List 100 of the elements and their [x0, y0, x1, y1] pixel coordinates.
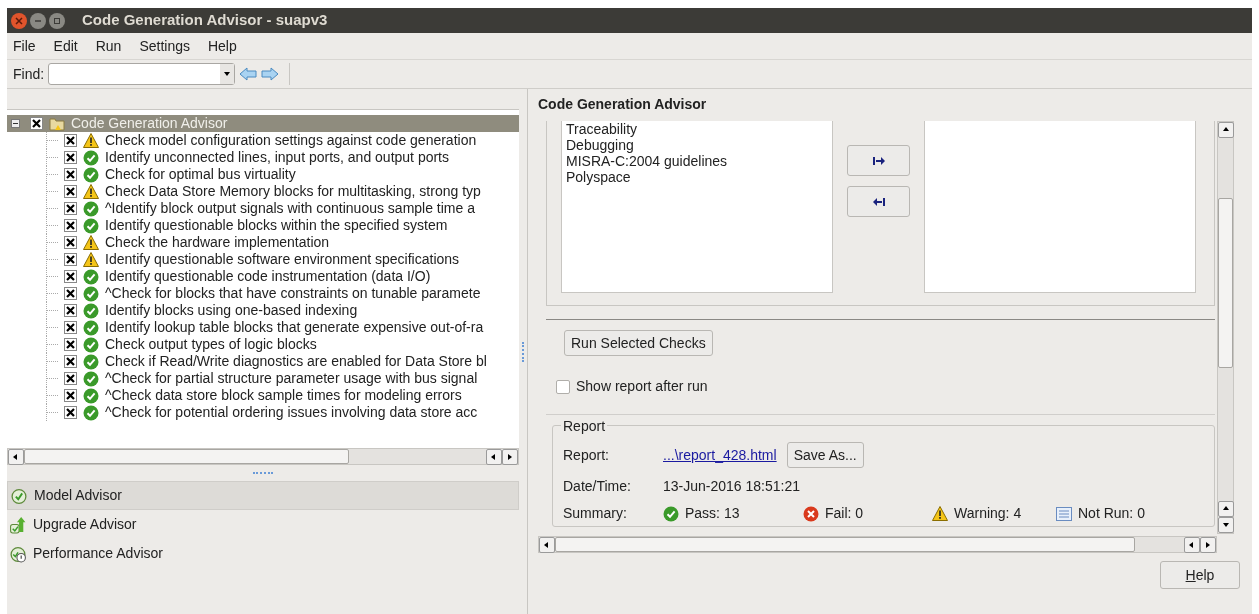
checkbox-label: Show report after run: [576, 377, 708, 396]
collapse-icon[interactable]: [11, 119, 20, 128]
checkbox[interactable]: [64, 338, 77, 351]
tree-item[interactable]: Check model configuration settings against code generation: [7, 132, 520, 149]
window-title: Code Generation Advisor - suapv3: [82, 10, 328, 31]
checkbox[interactable]: [64, 219, 77, 232]
check-circle-icon: [83, 353, 99, 370]
close-button[interactable]: [11, 12, 27, 29]
checkbox[interactable]: [64, 236, 77, 249]
tree-item[interactable]: Identify unconnected lines, input ports, and output ports: [7, 149, 520, 166]
menu-item[interactable]: Run: [95, 35, 122, 57]
check-circle-icon: [83, 217, 99, 234]
check-label: ^Identify block output signals with continuous sample time a: [105, 199, 475, 218]
checkbox[interactable]: [64, 389, 77, 402]
add-button[interactable]: [847, 145, 910, 176]
advisor-item[interactable]: Model Advisor: [7, 481, 520, 510]
checkbox[interactable]: [64, 202, 77, 215]
checkbox[interactable]: [64, 372, 77, 385]
checkbox[interactable]: [64, 253, 77, 266]
checkbox[interactable]: [64, 355, 77, 368]
checkbox[interactable]: [64, 185, 77, 198]
warning-icon: [83, 184, 99, 199]
report-link[interactable]: ...\report_428.html: [663, 444, 777, 466]
check-label: Identify questionable blocks within the specified system: [105, 216, 448, 235]
checkbox[interactable]: [64, 287, 77, 300]
tree-item[interactable]: Check Data Store Memory blocks for multitasking, strong typ: [7, 183, 520, 200]
checkbox[interactable]: [64, 304, 77, 317]
menu-item[interactable]: Settings: [139, 35, 190, 57]
find-field[interactable]: [48, 63, 236, 85]
find-label: Find:: [13, 64, 45, 84]
check-circle-icon: [83, 302, 99, 319]
advisor-item[interactable]: Performance Advisor: [7, 539, 520, 568]
menu-item[interactable]: Help: [207, 35, 237, 57]
tree-item[interactable]: ^Check for partial structure parameter usage with bus signal: [7, 370, 520, 387]
splitter-handle[interactable]: [253, 472, 273, 474]
remove-button[interactable]: [847, 186, 910, 217]
run-selected-checks-button[interactable]: Run Selected Checks: [564, 330, 713, 356]
check-circle-icon: [663, 505, 679, 522]
tree-item[interactable]: Identify questionable code instrumentation (data I/O): [7, 268, 520, 285]
error-icon: [803, 505, 819, 522]
tree-item[interactable]: ^Identify block output signals with continuous sample time a: [7, 200, 520, 217]
warning-icon: [83, 133, 99, 148]
arrow-to-bar-icon: [871, 155, 886, 166]
tree-item[interactable]: Check if Read/Write diagnostics are enabled for Data Store bl: [7, 353, 520, 370]
checkbox[interactable]: [64, 406, 77, 419]
checkbox[interactable]: [64, 270, 77, 283]
menu-item[interactable]: Edit: [53, 35, 78, 57]
advisor-item[interactable]: Upgrade Advisor: [7, 510, 520, 539]
checkbox[interactable]: [30, 117, 43, 130]
horizontal-scrollbar[interactable]: [7, 448, 520, 465]
checkbox[interactable]: [64, 321, 77, 334]
check-label: ^Check for potential ordering issues involving data store acc: [105, 403, 478, 422]
tree-label: Code Generation Advisor: [71, 114, 228, 133]
check-label: Check if Read/Write diagnostics are enabled for Data Store bl: [105, 352, 487, 371]
tree-item[interactable]: Check the hardware implementation: [7, 234, 520, 251]
list-item[interactable]: Traceability: [566, 121, 832, 137]
checkbox[interactable]: [556, 379, 570, 394]
check-circle-icon: [83, 268, 99, 285]
warning-icon: [83, 235, 99, 250]
check-label: ^Check for partial structure parameter usage with bus signal: [105, 369, 478, 388]
tree-item[interactable]: ^Check for potential ordering issues involving data store acc: [7, 404, 520, 421]
checkbox[interactable]: [64, 134, 77, 147]
tree-item[interactable]: Identify blocks using one-based indexing: [7, 302, 520, 319]
tree-item[interactable]: Check for optimal bus virtuality: [7, 166, 520, 183]
check-label: Identify blocks using one-based indexing: [105, 301, 358, 320]
summary-count: Not Run: 0: [1078, 504, 1145, 523]
checkbox[interactable]: [64, 151, 77, 164]
vertical-scrollbar[interactable]: [1217, 121, 1234, 534]
tree-item[interactable]: ^Check data store block sample times for modeling errors: [7, 387, 520, 404]
date-label: Date/Time:: [563, 477, 632, 496]
tree-item[interactable]: Identify questionable blocks within the specified system: [7, 217, 520, 234]
check-label: Identify unconnected lines, input ports, and output ports: [105, 148, 449, 167]
menu-item[interactable]: File: [13, 35, 36, 57]
tree-item[interactable]: Identify questionable software environment specifications: [7, 251, 520, 268]
check-circle-icon: [83, 149, 99, 166]
list-item[interactable]: Debugging: [566, 137, 832, 153]
tree-item[interactable]: Identify lookup table blocks that generate expensive out-of-ra: [7, 319, 520, 336]
up-arrow-check-icon: [9, 515, 27, 534]
horizontal-scrollbar[interactable]: [538, 536, 1217, 553]
help-button[interactable]: Help: [1160, 561, 1240, 589]
tree-item[interactable]: Check output types of logic blocks: [7, 336, 520, 353]
dropdown-caret-icon[interactable]: [220, 64, 235, 84]
check-circle-icon: [83, 370, 99, 387]
list-item[interactable]: Polyspace: [566, 169, 832, 185]
summary-count: Warning: 4: [954, 504, 1022, 523]
available-list[interactable]: Traceability Debugging MISRA-C:2004 guidelines Polyspace: [561, 121, 833, 293]
check-label: Identify questionable code instrumentation (data I/O): [105, 267, 431, 286]
check-circle-icon: [83, 285, 99, 302]
check-label: Identify questionable software environment specifications: [105, 250, 460, 269]
date-value: 13-Jun-2016 18:51:21: [663, 477, 800, 496]
list-item[interactable]: MISRA-C:2004 guidelines: [566, 153, 832, 169]
maximize-button[interactable]: [49, 12, 65, 29]
check-circle-icon: [83, 319, 99, 336]
save-as-button[interactable]: Save As...: [786, 442, 864, 468]
clock-check-icon: [9, 544, 27, 563]
tree-item[interactable]: ^Check for blocks that have constraints on tunable paramete: [7, 285, 520, 302]
checkbox[interactable]: [64, 168, 77, 181]
check-label: Check the hardware implementation: [105, 233, 330, 252]
splitter-handle[interactable]: [522, 341, 524, 362]
minimize-button[interactable]: [30, 12, 46, 29]
